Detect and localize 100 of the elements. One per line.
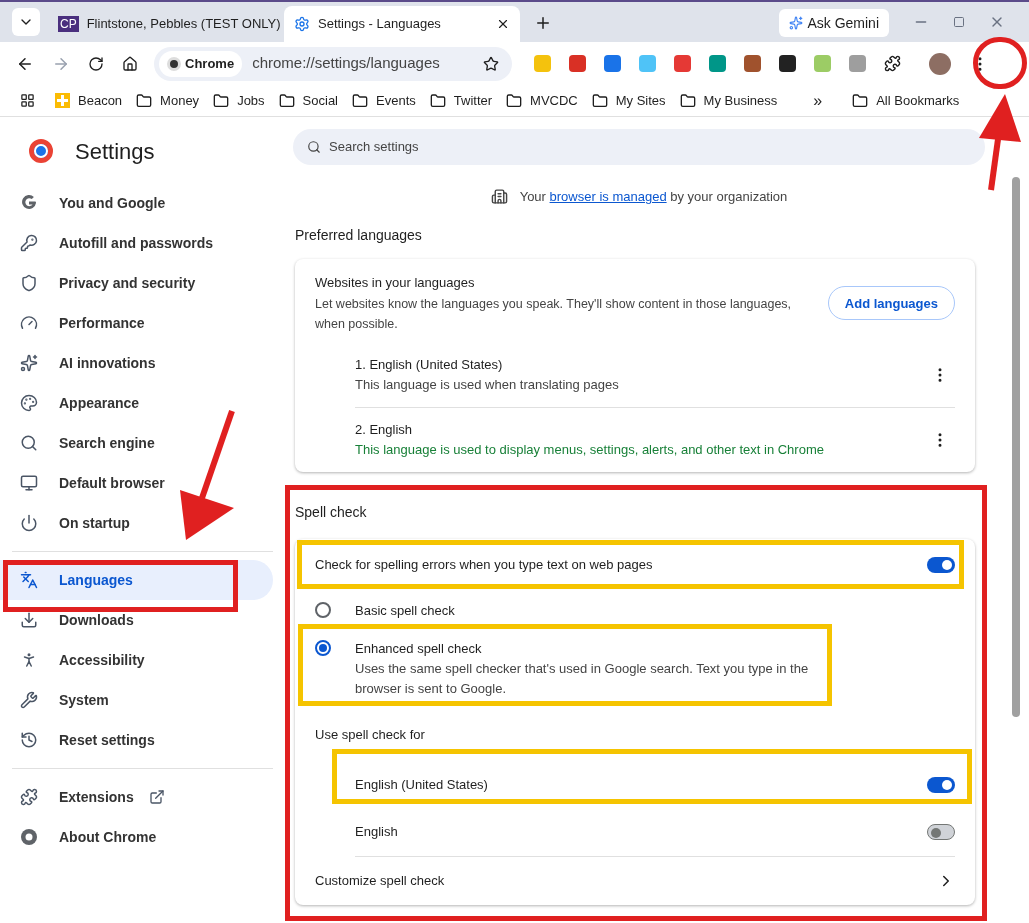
- sidebar-item[interactable]: Performance: [0, 303, 273, 343]
- palette-icon: [20, 394, 38, 412]
- toggle-switch[interactable]: [927, 776, 955, 793]
- tab-badge: CP: [58, 16, 79, 32]
- bookmark-item[interactable]: My Business: [679, 90, 778, 111]
- search-icon: [20, 434, 38, 452]
- shield-icon: [20, 274, 38, 292]
- radio-button[interactable]: [315, 602, 331, 618]
- puzzle-icon[interactable]: [884, 55, 901, 72]
- folder-icon: [213, 92, 230, 109]
- sidebar-item[interactable]: Reset settings: [0, 720, 273, 760]
- sidebar-item[interactable]: System: [0, 680, 273, 720]
- radio-label: Basic spell check: [355, 602, 455, 620]
- address-bar[interactable]: Chrome chrome://settings/languages: [154, 46, 512, 81]
- card-title: Websites in your languages: [315, 273, 476, 292]
- settings-title: Settings: [75, 137, 155, 166]
- folder-icon: [136, 92, 153, 109]
- chrome-icon: [167, 56, 181, 71]
- search-icon: [307, 140, 321, 154]
- sidebar-item[interactable]: Privacy and security: [0, 263, 273, 303]
- close-icon[interactable]: [496, 17, 510, 31]
- avatar-icon[interactable]: [929, 52, 951, 75]
- download-icon: [20, 611, 38, 629]
- sidebar-item[interactable]: Extensions: [0, 777, 273, 817]
- url-text: chrome://settings/languages: [252, 53, 441, 74]
- toggle-switch[interactable]: [927, 557, 955, 573]
- subsection-heading: Use spell check for: [315, 726, 426, 744]
- browser-tab[interactable]: Settings - Languages: [284, 6, 520, 42]
- sidebar-item[interactable]: Default browser: [0, 463, 273, 503]
- bookmark-item[interactable]: Jobs: [213, 90, 265, 111]
- bookmark-item[interactable]: Beacon: [55, 90, 123, 111]
- extension-icon[interactable]: [744, 55, 761, 72]
- language-label: English: [355, 823, 399, 842]
- sidebar-item[interactable]: On startup: [0, 503, 273, 543]
- sidebar-item[interactable]: Search engine: [0, 423, 273, 463]
- sidebar-item[interactable]: Appearance: [0, 383, 273, 423]
- setting-label: Check for spelling errors when you type text on web pages: [315, 556, 654, 575]
- sidebar-item[interactable]: Accessibility: [0, 640, 273, 680]
- new-tab-icon[interactable]: [534, 14, 552, 32]
- bookmark-item[interactable]: Twitter: [429, 90, 493, 111]
- sidebar-item[interactable]: You and Google: [0, 183, 273, 223]
- folder-icon: [278, 92, 295, 109]
- bookmark-item[interactable]: Social: [278, 90, 338, 111]
- sidebar-item[interactable]: About Chrome: [0, 817, 273, 857]
- sparkle-icon: [789, 16, 804, 30]
- reload-icon[interactable]: [88, 55, 104, 72]
- bookmark-item[interactable]: MVCDC: [506, 90, 578, 111]
- bookmark-item[interactable]: My Sites: [591, 90, 666, 111]
- chrome-icon: [20, 828, 38, 846]
- maximize-icon[interactable]: [953, 16, 965, 28]
- language-note: This language is used when translating pages: [355, 375, 620, 394]
- window-icon: [20, 474, 38, 492]
- external-link-icon[interactable]: [148, 789, 165, 805]
- section-heading: Preferred languages: [295, 225, 423, 245]
- chrome-chip[interactable]: Chrome: [159, 50, 243, 77]
- gemini-button[interactable]: Ask Gemini: [779, 9, 889, 37]
- puzzle-icon: [20, 788, 38, 806]
- radio-button[interactable]: [315, 640, 331, 656]
- bookmark-star-icon[interactable]: [483, 55, 499, 72]
- gauge-icon: [20, 314, 38, 332]
- folder-icon: [852, 92, 869, 109]
- bookmark-item[interactable]: All Bookmarks: [852, 90, 960, 111]
- language-label: English (United States): [355, 775, 489, 794]
- managed-link[interactable]: browser is managed: [549, 189, 667, 204]
- power-icon: [20, 514, 38, 532]
- toggle-switch[interactable]: [927, 824, 955, 840]
- plus-icon: [55, 93, 70, 108]
- reset-icon: [20, 731, 38, 749]
- building-icon: [490, 188, 508, 206]
- sidebar-item[interactable]: Downloads: [0, 600, 273, 640]
- gear-icon: [294, 16, 310, 32]
- sidebar-item[interactable]: Autofill and passwords: [0, 223, 273, 263]
- wrench-icon: [20, 691, 38, 709]
- customize-row[interactable]: Customize spell check: [315, 856, 955, 905]
- radio-label: Enhanced spell check: [355, 640, 483, 658]
- apps-icon[interactable]: [20, 93, 35, 108]
- translate-icon: [20, 571, 38, 589]
- folder-icon: [506, 92, 523, 109]
- bookmark-item[interactable]: Money: [136, 90, 200, 111]
- folder-icon: [679, 92, 696, 109]
- bookmarks-overflow[interactable]: »: [813, 88, 823, 113]
- extension-icon[interactable]: [779, 55, 796, 72]
- scrollbar[interactable]: [1012, 177, 1020, 717]
- language-name: 1. English (United States): [355, 355, 504, 374]
- language-note: This language is used to display menus, settings, alerts, and other text in Chrome: [355, 441, 825, 459]
- tab-search-button[interactable]: [12, 8, 40, 36]
- home-icon[interactable]: [122, 55, 138, 72]
- language-name: 2. English: [355, 421, 414, 439]
- folder-icon: [591, 92, 608, 109]
- search-field[interactable]: Search settings: [293, 129, 985, 165]
- tab-title: Flintstone, Pebbles (TEST ONLY): [86, 15, 281, 34]
- section-heading: Spell check: [295, 503, 368, 522]
- key-icon: [20, 234, 38, 252]
- managed-notice: Your browser is managed by your organization: [519, 188, 788, 206]
- tab-title: Settings - Languages: [318, 15, 442, 34]
- bookmark-item[interactable]: Events: [352, 90, 416, 111]
- sparkle-icon: [20, 354, 38, 372]
- chrome-logo: [29, 139, 53, 163]
- sidebar-item[interactable]: AI innovations: [0, 343, 273, 383]
- google-icon: [20, 194, 38, 212]
